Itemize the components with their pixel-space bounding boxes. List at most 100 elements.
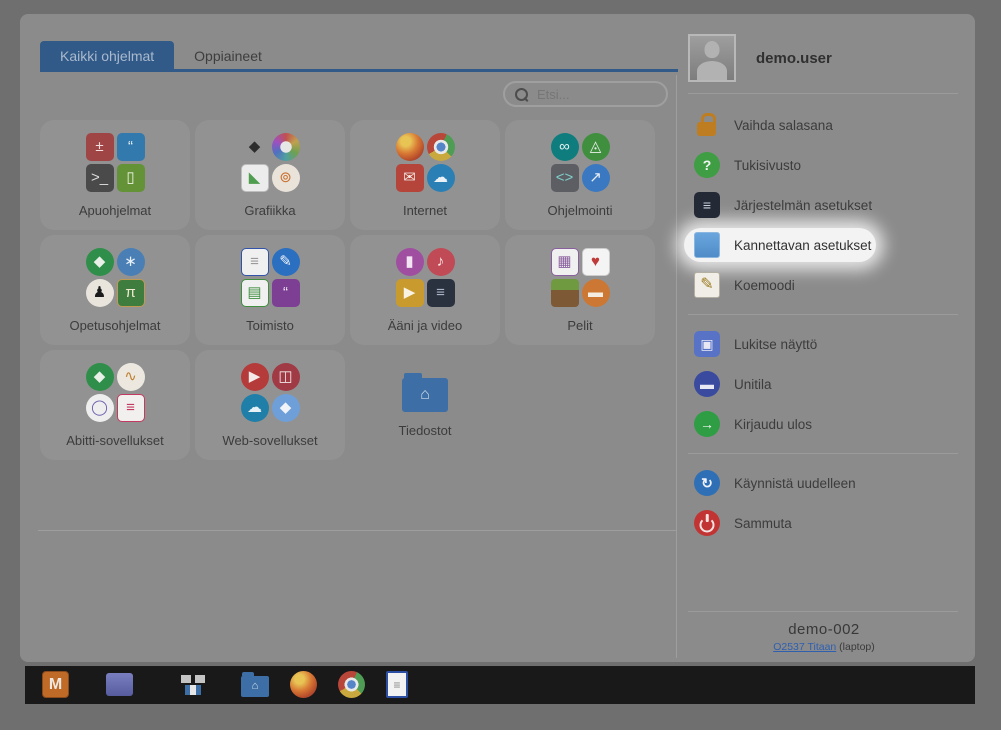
group-web-sovellukset[interactable]: ▶◫☁◆ Web-sovellukset — [195, 350, 345, 460]
playing-cards-icon: ♥ — [582, 248, 610, 276]
search-input[interactable] — [535, 86, 656, 103]
group-pelit[interactable]: ▦♥▬Pelit — [505, 235, 655, 345]
group-web-sovellukset-label: Web-sovellukset — [222, 433, 317, 448]
restart-item[interactable]: ↻ Käynnistä uudelleen — [688, 463, 975, 503]
graduation-cap-icon: ◆ — [86, 248, 114, 276]
ebook-icon: ◫ — [272, 363, 300, 391]
group-opetusohjelmat[interactable]: ◆∗♟πOpetusohjelmat — [40, 235, 190, 345]
exam-mode-item[interactable]: ✎ Koemoodi — [688, 265, 975, 305]
divider — [688, 314, 958, 315]
tux-penguin-icon: ♟ — [86, 279, 114, 307]
group-grafiikka-icons: ◆◣⊚ — [241, 133, 300, 192]
atom-icon: ∗ — [117, 248, 145, 276]
cloud-icon: ☁ — [241, 394, 269, 422]
arduino-icon: ∞ — [551, 133, 579, 161]
app-tiedostot-label: Tiedostot — [399, 423, 452, 438]
color-wheel-icon — [272, 133, 300, 161]
group-internet-label: Internet — [403, 203, 447, 218]
laptop-settings-item[interactable]: Kannettavan asetukset — [688, 225, 975, 265]
quotes-icon: “ — [272, 279, 300, 307]
change-password-item[interactable]: Vaihda salasana — [688, 105, 975, 145]
file-manager-button[interactable]: ⌂ — [241, 676, 269, 697]
minecraft-block-icon — [551, 279, 579, 307]
chrome-button[interactable] — [338, 671, 365, 698]
firefox-icon — [396, 133, 424, 161]
sleep-mode-item[interactable]: ▬ Unitila — [688, 364, 975, 404]
sidebar-separator — [676, 75, 677, 658]
user-row: demo.user — [688, 34, 975, 82]
divider — [688, 611, 958, 612]
lock-screen-item[interactable]: ▣Lukitse näyttö — [688, 324, 975, 364]
taskbar: M ⌂ ≡ — [25, 666, 975, 704]
sidebar-footer: demo-002 O2537 Titaan (laptop) — [688, 611, 960, 662]
log-out-item[interactable]: →Kirjaudu ulos — [688, 404, 975, 444]
android-studio-icon: ◬ — [582, 133, 610, 161]
firefox-button[interactable] — [290, 671, 317, 698]
restart-item-label: Käynnistä uudelleen — [734, 476, 856, 491]
cloud-icon: ☁ — [427, 164, 455, 192]
laptop-screen-icon — [694, 232, 720, 258]
group-toimisto-label: Toimisto — [246, 318, 294, 333]
host-detail-row: O2537 Titaan (laptop) — [688, 641, 960, 662]
sleep-mode-item-label: Unitila — [734, 377, 772, 392]
group-aani-ja-video[interactable]: ▮♪▶≡Ääni ja video — [350, 235, 500, 345]
tab-bar: Kaikki ohjelmatOppiaineet — [40, 41, 282, 71]
launcher-panel: Kaikki ohjelmatOppiaineet ±“>_▯ Apuohjelm… — [20, 14, 975, 662]
window-switcher-button[interactable] — [180, 671, 207, 698]
screen-lock-icon: ▣ — [694, 331, 720, 357]
gamepad-icon: ▬ — [582, 279, 610, 307]
support-site-item[interactable]: ?Tukisivusto — [688, 145, 975, 185]
chalkboard-icon: π — [117, 279, 145, 307]
group-ohjelmointi-icons: ∞◬<>↗ — [551, 133, 610, 192]
exam-mode-item-label: Koemoodi — [734, 278, 795, 293]
menu-launcher-button[interactable]: M — [42, 671, 69, 698]
group-ohjelmointi[interactable]: ∞◬<>↗ Ohjelmointi — [505, 120, 655, 230]
music-note-icon: ♪ — [427, 248, 455, 276]
group-apuohjelmat-label: Apuohjelmat — [79, 203, 151, 218]
system-settings-item[interactable]: ≡Järjestelmän asetukset — [688, 185, 975, 225]
pencil-paper-icon: ✎ — [694, 272, 720, 298]
youtube-icon: ▶ — [241, 363, 269, 391]
sleep-icon: ▬ — [694, 371, 720, 397]
version-link[interactable]: O2537 Titaan — [773, 641, 836, 653]
audio-mixer-icon: ≡ — [427, 279, 455, 307]
group-abitti-sovellukset[interactable]: ◆∿◯≡Abitti-sovellukset — [40, 350, 190, 460]
group-internet-icons: ✉☁ — [396, 133, 455, 192]
search-icon — [515, 88, 528, 101]
libreoffice-button[interactable]: ≡ — [386, 671, 408, 698]
group-apuohjelmat-icons: ±“>_▯ — [86, 133, 145, 192]
laptop-settings-item-label: Kannettavan asetukset — [734, 238, 871, 253]
tab-subjects[interactable]: Oppiaineet — [174, 41, 282, 71]
group-abitti-sovellukset-icons: ◆∿◯≡ — [86, 363, 145, 422]
group-opetusohjelmat-icons: ◆∗♟π — [86, 248, 145, 307]
microphone-icon: ▮ — [396, 248, 424, 276]
padlock-icon — [694, 112, 720, 138]
writer-doc-icon: ≡ — [241, 248, 269, 276]
chrome-icon — [427, 133, 455, 161]
group-grafiikka-label: Grafiikka — [244, 203, 295, 218]
group-toimisto[interactable]: ≡✎▤“Toimisto — [195, 235, 345, 345]
main-section-divider — [38, 530, 676, 531]
mouse-icon: ▯ — [117, 164, 145, 192]
inkscape-icon: ◆ — [241, 133, 269, 161]
power-icon — [694, 510, 720, 536]
code-editor-icon: <> — [551, 164, 579, 192]
group-web-sovellukset-icons: ▶◫☁◆ — [241, 363, 300, 422]
blender-icon: ⊚ — [272, 164, 300, 192]
group-grafiikka[interactable]: ◆◣⊚ Grafiikka — [195, 120, 345, 230]
shut-down-item[interactable]: Sammuta — [688, 503, 975, 543]
pen-icon: ✎ — [272, 248, 300, 276]
group-aani-ja-video-icons: ▮♪▶≡ — [396, 248, 455, 307]
group-internet[interactable]: ✉☁ Internet — [350, 120, 500, 230]
restart-icon: ↻ — [694, 470, 720, 496]
divider — [688, 93, 958, 94]
change-password-item-label: Vaihda salasana — [734, 118, 833, 133]
divider — [688, 453, 958, 454]
show-desktop-button[interactable] — [106, 673, 133, 696]
tab-all-programs[interactable]: Kaikki ohjelmat — [40, 41, 174, 71]
app-tiedostot[interactable]: ⌂Tiedostot — [350, 350, 500, 460]
group-ohjelmointi-label: Ohjelmointi — [547, 203, 612, 218]
group-apuohjelmat[interactable]: ±“>_▯ Apuohjelmat — [40, 120, 190, 230]
calculator-icon: ± — [86, 133, 114, 161]
sidebar-menu: Vaihda salasana ?Tukisivusto≡Järjestelmän… — [688, 105, 975, 543]
